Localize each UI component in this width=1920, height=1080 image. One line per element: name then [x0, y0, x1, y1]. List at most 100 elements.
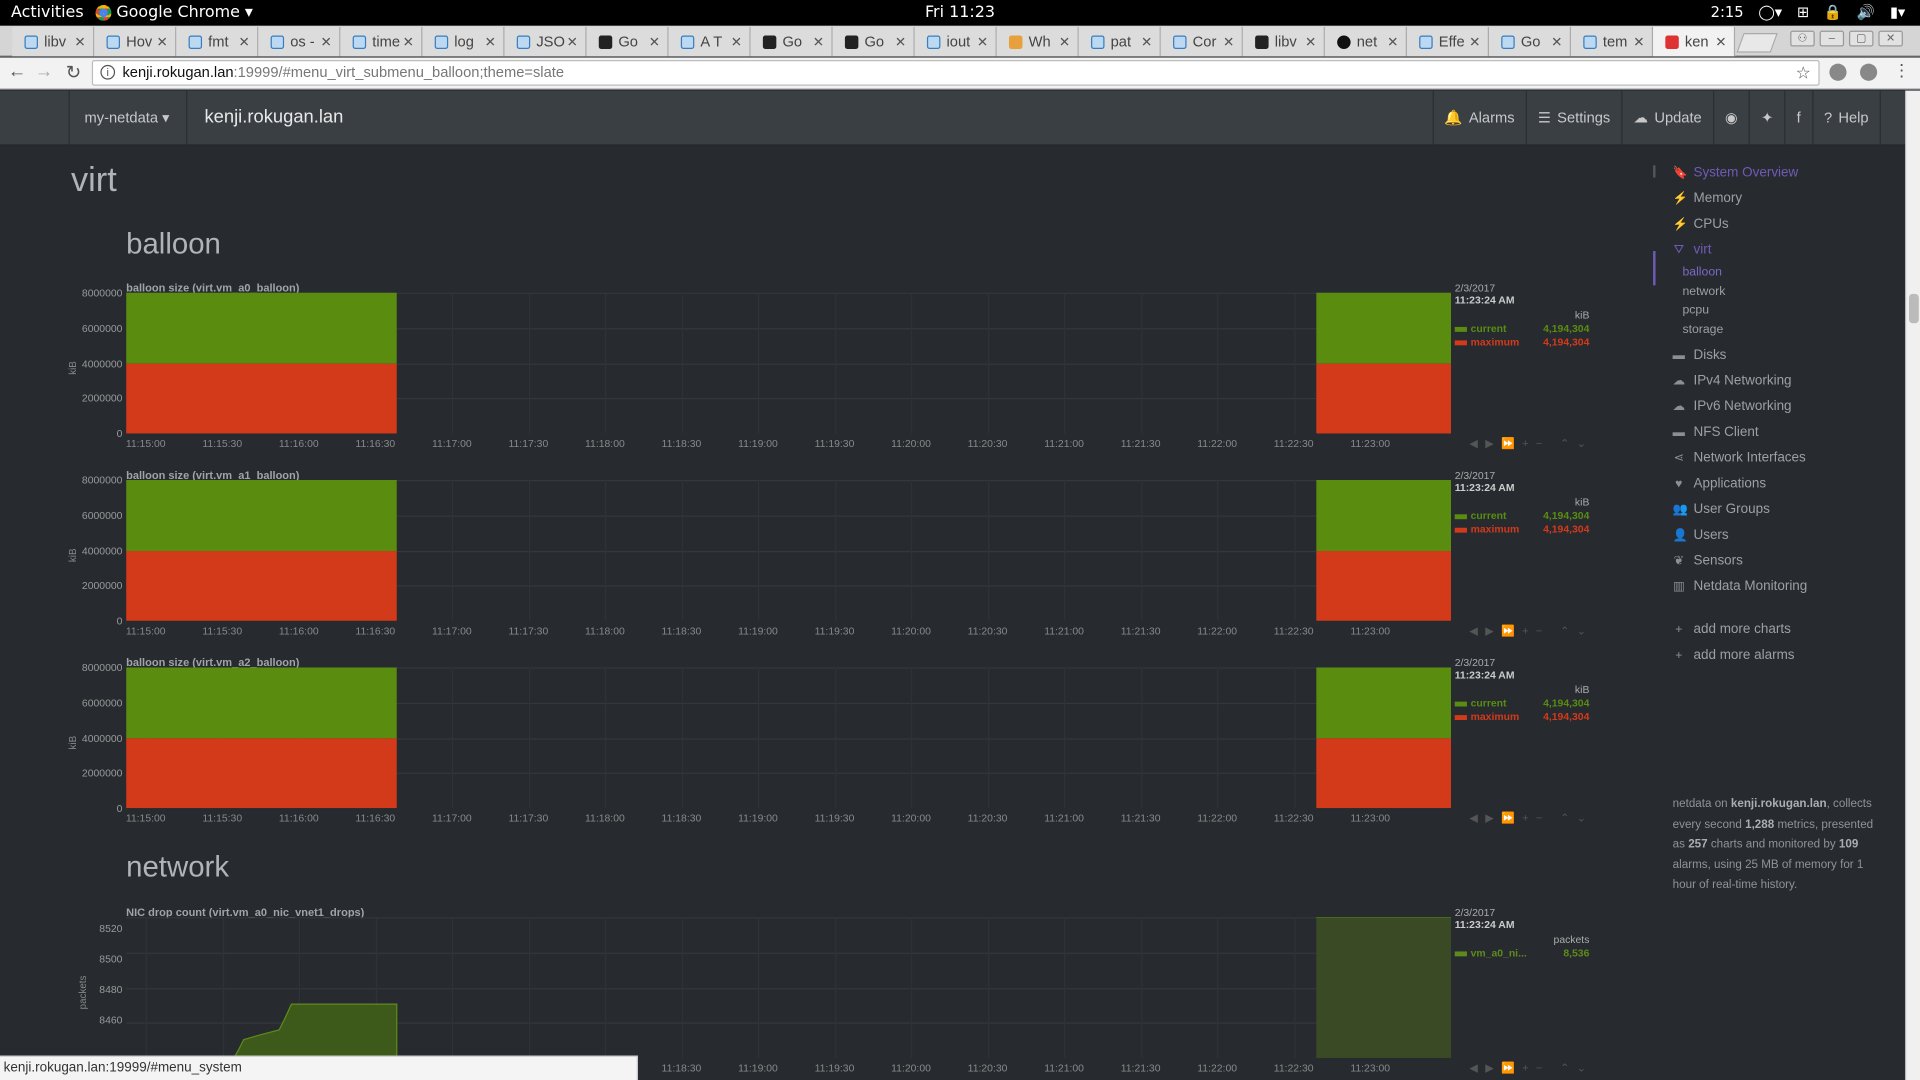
tab-5[interactable]: log ✕	[422, 26, 505, 57]
close-tab-icon[interactable]: ✕	[1141, 34, 1152, 50]
chart[interactable]: balloon size (virt.vm_a1_balloon) kiB 8000…	[67, 469, 1596, 653]
sidebar-item-cpus[interactable]: ⚡ CPUs	[1673, 217, 1729, 232]
facebook-button[interactable]: f	[1784, 90, 1811, 146]
close-tab-icon[interactable]: ✕	[403, 34, 414, 50]
pan-right-icon[interactable]: ⏩	[1501, 812, 1522, 824]
tab-11[interactable]: iout ✕	[914, 26, 997, 57]
submenu-item-balloon[interactable]: balloon	[1682, 266, 1722, 279]
page-scrollbar[interactable]	[1905, 90, 1920, 1080]
sidebar-item-applications[interactable]: ♥ Applications	[1673, 476, 1766, 491]
legend-entry[interactable]: vm_a0_ni... 8,536	[1454, 947, 1589, 959]
sidebar-item-user-groups[interactable]: 👥 User Groups	[1673, 502, 1770, 517]
close-tab-icon[interactable]: ✕	[567, 34, 578, 50]
alarms-button[interactable]: 🔔 Alarms	[1432, 90, 1525, 146]
zoom-in-icon[interactable]: +	[1522, 1062, 1536, 1074]
zoom-out-icon[interactable]: −	[1536, 1062, 1550, 1074]
pan-left-icon[interactable]: ◀	[1469, 1062, 1485, 1074]
chart[interactable]: NIC drop count (virt.vm_a0_nic_vnet1_dro…	[71, 906, 1596, 1080]
tab-2[interactable]: fmt ✕	[176, 26, 259, 57]
sidebar-item-sensors[interactable]: ❦ Sensors	[1673, 553, 1743, 568]
plot-area[interactable]	[126, 917, 1452, 1058]
zoom-in-icon[interactable]: +	[1522, 437, 1536, 449]
tab-20[interactable]: ken ✕	[1653, 26, 1736, 57]
close-tab-icon[interactable]: ✕	[1551, 34, 1562, 50]
tab-14[interactable]: Cor ✕	[1160, 26, 1243, 57]
reset-icon[interactable]: ▶	[1485, 437, 1501, 449]
pan-left-icon[interactable]: ◀	[1469, 624, 1485, 636]
pan-left-icon[interactable]: ◀	[1469, 812, 1485, 824]
sidebar-item-add-more-alarms[interactable]: + add more alarms	[1673, 648, 1794, 663]
resize-icon[interactable]: ⌃⌄	[1560, 812, 1593, 824]
close-window-icon[interactable]: ✕	[1878, 30, 1903, 47]
tab-6[interactable]: JSO ✕	[504, 26, 587, 57]
sidebar-item-ipv4-networking[interactable]: ☁ IPv4 Networking	[1673, 373, 1792, 388]
close-tab-icon[interactable]: ✕	[1305, 34, 1316, 50]
plot-area[interactable]	[126, 292, 1452, 434]
new-tab-button[interactable]	[1736, 33, 1778, 53]
submenu-item-pcpu[interactable]: pcpu	[1682, 304, 1709, 317]
sidebar-item-network-interfaces[interactable]: ⋖ Network Interfaces	[1673, 451, 1806, 466]
close-tab-icon[interactable]: ✕	[731, 34, 742, 50]
legend-entry[interactable]: maximum 4,194,304	[1454, 523, 1589, 535]
sidebar-item-netdata-monitoring[interactable]: ▥ Netdata Monitoring	[1673, 579, 1807, 594]
system-indicators[interactable]: 2:15 ◯▾ ⊞ 🔒 🔊 ▮▾	[1711, 4, 1920, 21]
tab-17[interactable]: Effe ✕	[1406, 26, 1489, 57]
close-tab-icon[interactable]: ✕	[1387, 34, 1398, 50]
sidebar-item-nfs-client[interactable]: ▬ NFS Client	[1673, 425, 1759, 440]
legend-entry[interactable]: current 4,194,304	[1454, 509, 1589, 522]
pan-right-icon[interactable]: ⏩	[1501, 624, 1522, 636]
legend-entry[interactable]: maximum 4,194,304	[1454, 710, 1589, 722]
sidebar-item-system-overview[interactable]: 🔖 System Overview	[1673, 165, 1799, 180]
close-tab-icon[interactable]: ✕	[239, 34, 250, 50]
close-tab-icon[interactable]: ✕	[485, 34, 496, 50]
sidebar-item-add-more-charts[interactable]: + add more charts	[1673, 622, 1791, 637]
address-bar[interactable]: i kenji.rokugan.lan:19999/#menu_virt_sub…	[91, 60, 1820, 86]
tab-0[interactable]: libv ✕	[12, 26, 95, 57]
sidebar-item-memory[interactable]: ⚡ Memory	[1673, 191, 1742, 206]
tab-10[interactable]: Go ✕	[832, 26, 915, 57]
plot-area[interactable]	[126, 480, 1452, 621]
tab-4[interactable]: time ✕	[340, 26, 423, 57]
close-tab-icon[interactable]: ✕	[1633, 34, 1644, 50]
chrome-menu-icon[interactable]: ⋮	[1893, 60, 1910, 81]
my-netdata-dropdown[interactable]: my-netdata ▾	[68, 90, 188, 146]
close-tab-icon[interactable]: ✕	[895, 34, 906, 50]
chart[interactable]: balloon size (virt.vm_a0_balloon) kiB 8000…	[67, 282, 1596, 466]
close-tab-icon[interactable]: ✕	[1469, 34, 1480, 50]
resize-icon[interactable]: ⌃⌄	[1560, 1062, 1593, 1074]
update-button[interactable]: ☁ Update	[1621, 90, 1712, 146]
settings-button[interactable]: ☰ Settings	[1525, 90, 1622, 146]
clock[interactable]: Fri 11:23	[0, 4, 1920, 22]
submenu-item-network[interactable]: network	[1682, 285, 1725, 298]
zoom-out-icon[interactable]: −	[1536, 624, 1550, 636]
reset-icon[interactable]: ▶	[1485, 1062, 1501, 1074]
zoom-in-icon[interactable]: +	[1522, 624, 1536, 636]
close-tab-icon[interactable]: ✕	[156, 34, 167, 50]
reset-icon[interactable]: ▶	[1485, 624, 1501, 636]
chart-toolbox[interactable]: ◀▶⏩+− ⌃⌄	[1469, 437, 1593, 450]
twitter-button[interactable]: ✦	[1748, 90, 1785, 146]
reload-icon[interactable]: ↻	[61, 61, 85, 83]
reset-icon[interactable]: ▶	[1485, 812, 1501, 824]
tab-19[interactable]: tem ✕	[1571, 26, 1654, 57]
zoom-out-icon[interactable]: −	[1536, 812, 1550, 824]
close-tab-icon[interactable]: ✕	[1059, 34, 1070, 50]
bookmark-star-icon[interactable]: ☆	[1796, 61, 1811, 84]
tab-7[interactable]: Go ✕	[586, 26, 669, 57]
sidebar-item-disks[interactable]: ▬ Disks	[1673, 348, 1727, 363]
zoom-out-icon[interactable]: −	[1536, 437, 1550, 449]
github-button[interactable]: ◉	[1712, 90, 1749, 146]
close-tab-icon[interactable]: ✕	[1223, 34, 1234, 50]
tab-12[interactable]: Wh ✕	[996, 26, 1079, 57]
info-icon[interactable]: i	[100, 64, 116, 80]
pan-left-icon[interactable]: ◀	[1469, 437, 1485, 449]
close-tab-icon[interactable]: ✕	[813, 34, 824, 50]
chart-toolbox[interactable]: ◀▶⏩+− ⌃⌄	[1469, 624, 1593, 637]
close-tab-icon[interactable]: ✕	[649, 34, 660, 50]
tab-18[interactable]: Go ✕	[1488, 26, 1572, 57]
forward-icon[interactable]: →	[32, 61, 56, 82]
profile-icon[interactable]: ⚇	[1790, 30, 1815, 47]
extension-icon[interactable]	[1860, 63, 1878, 81]
resize-icon[interactable]: ⌃⌄	[1560, 437, 1593, 449]
pan-right-icon[interactable]: ⏩	[1501, 1062, 1522, 1074]
